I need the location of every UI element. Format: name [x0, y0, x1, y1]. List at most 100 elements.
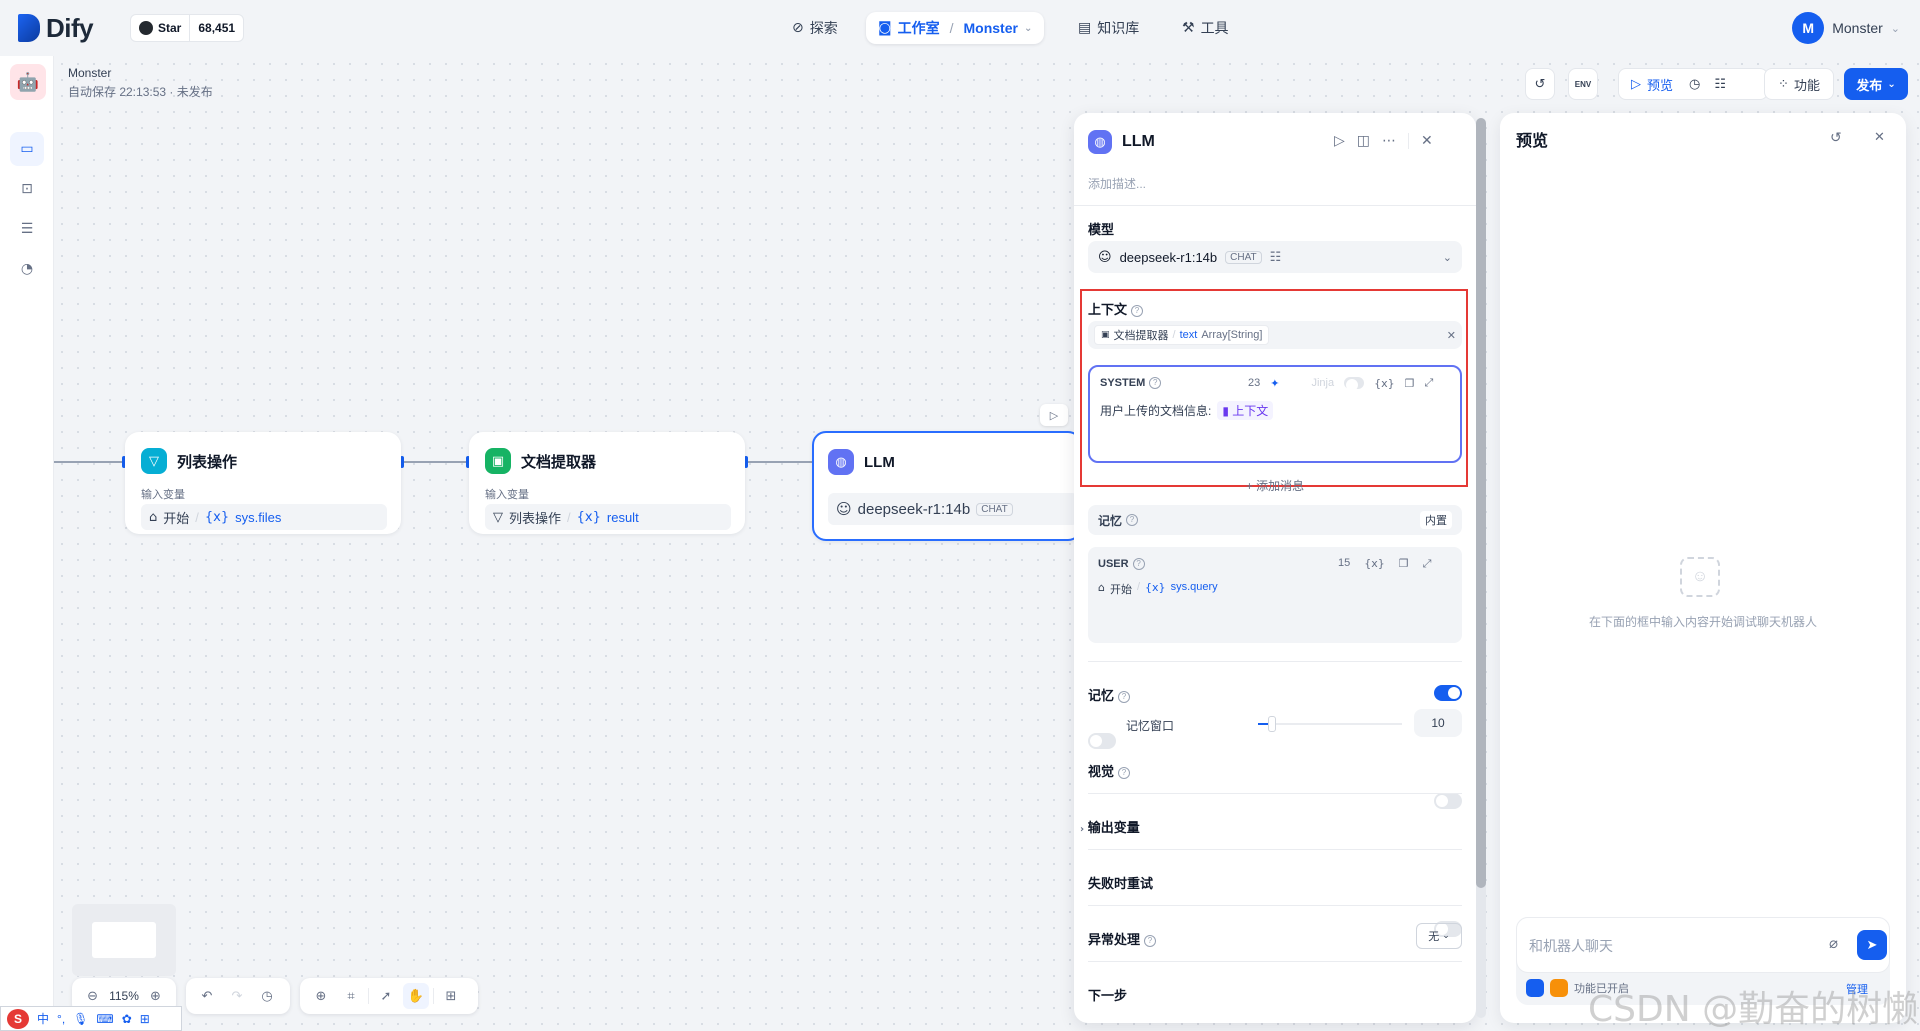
minimap[interactable] — [72, 904, 176, 976]
ime-lang[interactable]: 中 — [37, 1010, 49, 1027]
nav-studio-app[interactable]: Monster — [963, 20, 1017, 36]
error-handling-value: 无 — [1428, 931, 1440, 943]
history-icon[interactable]: ◷ — [254, 983, 280, 1009]
send-button[interactable]: ➤ — [1857, 930, 1887, 960]
model-selector[interactable]: ☺ deepseek-r1:14b CHAT ☷ ⌄ — [1088, 241, 1462, 273]
model-name: deepseek-r1:14b — [857, 500, 971, 518]
chevron-down-icon: ⌄ — [1887, 78, 1896, 90]
add-note-icon[interactable]: ⌗ — [338, 983, 364, 1009]
github-star-widget[interactable]: Star 68,451 — [130, 14, 245, 42]
sidebar-item-monitor[interactable]: ◔ — [10, 252, 44, 286]
copy-icon[interactable]: ❐ — [1399, 557, 1409, 571]
help-icon[interactable]: ? — [1118, 766, 1131, 779]
ime-punct[interactable]: °, — [57, 1012, 65, 1026]
context-selector[interactable]: ▣ 文档提取器 / text Array[String] ✕ — [1088, 321, 1462, 349]
preview-button[interactable]: 预览 — [1647, 75, 1673, 94]
sparkle-icon[interactable]: ✦ — [1270, 377, 1279, 390]
context-label-text: 上下文 — [1088, 302, 1128, 317]
expand-icon[interactable]: ⤢ — [1423, 557, 1432, 571]
help-icon[interactable]: ? — [1149, 377, 1162, 390]
microphone-icon[interactable]: 🎙 — [73, 1012, 88, 1026]
undo-icon[interactable]: ↶ — [194, 983, 220, 1009]
add-node-icon[interactable]: ⊕ — [308, 983, 334, 1009]
memory-toggle[interactable] — [1434, 685, 1462, 701]
node-llm[interactable]: ◍ LLM ☺ deepseek-r1:14b CHAT — [812, 431, 1082, 541]
panel-split-icon[interactable]: ◫ — [1357, 133, 1370, 149]
copy-icon[interactable]: ❐ — [1405, 377, 1415, 390]
chat-input-box[interactable]: 和机器人聊天 ⌀ ➤ — [1516, 917, 1890, 973]
edge — [54, 461, 124, 463]
add-message-button[interactable]: + 添加消息 — [1088, 477, 1462, 494]
keyboard-icon[interactable]: ⌨ — [96, 1012, 113, 1026]
help-icon[interactable]: ? — [1126, 514, 1139, 526]
panel-title[interactable]: LLM — [1122, 133, 1155, 151]
node-document-extractor[interactable]: ▣ 文档提取器 输入变量 ▽ 列表操作 / {x} result — [469, 432, 745, 534]
chat-input[interactable]: 和机器人聊天 — [1529, 936, 1613, 956]
description-input[interactable]: 添加描述... — [1088, 175, 1146, 192]
close-icon[interactable]: ✕ — [1874, 129, 1885, 145]
sidebar-item-orchestrate[interactable]: ▭ — [10, 132, 44, 166]
sidebar-item-logs[interactable]: ☰ — [10, 212, 44, 246]
user-prompt-editor[interactable]: USER? 15 {x} ❐ ⤢ ⌂ 开始 / {x} sys.query — [1088, 547, 1462, 643]
panel-scrollbar-track[interactable] — [1476, 118, 1486, 1018]
more-icon[interactable]: ⋯ — [1382, 133, 1396, 149]
document-icon: ▣ — [485, 448, 511, 474]
error-handling-select[interactable]: 无 ⌄ — [1416, 923, 1462, 949]
slider-handle[interactable] — [1268, 716, 1277, 732]
features-button[interactable]: ⁘ 功能 — [1764, 68, 1834, 100]
version-history-button[interactable]: ↺ — [1525, 68, 1555, 100]
pointer-icon[interactable]: ➚ — [373, 983, 399, 1009]
node-input-label: 输入变量 — [141, 489, 185, 501]
jinja-toggle[interactable] — [1344, 377, 1365, 391]
ime-toolbar[interactable]: S 中 °, 🎙 ⌨ ✿ ⊞ — [0, 1006, 182, 1031]
sidebar-item-api[interactable]: ⊡ — [10, 172, 44, 206]
memory-window-input[interactable]: 10 — [1414, 709, 1462, 737]
checklist-icon[interactable]: ◷ — [1689, 77, 1700, 92]
memory-window-toggle[interactable] — [1088, 733, 1116, 749]
app-icon[interactable]: 🤖 — [10, 64, 46, 100]
node-run-button[interactable]: ▷ — [1040, 404, 1068, 426]
check-list-icon[interactable]: ☷ — [1714, 77, 1726, 92]
help-icon[interactable]: ? — [1118, 690, 1131, 703]
play-icon: ▷ — [1631, 76, 1641, 92]
chevron-down-icon: ⌄ — [1442, 931, 1450, 941]
redo-icon[interactable]: ↷ — [224, 983, 250, 1009]
insert-variable-icon[interactable]: {x} — [1374, 377, 1395, 390]
skin-icon[interactable]: ✿ — [122, 1012, 132, 1026]
memory-window-slider[interactable] — [1258, 716, 1402, 732]
zoom-level[interactable]: 115% — [109, 989, 139, 1003]
clear-icon[interactable]: ✕ — [1447, 329, 1456, 342]
minimap-viewport[interactable] — [92, 922, 156, 958]
env-button[interactable]: ENV — [1568, 68, 1598, 100]
sliders-icon[interactable]: ☷ — [1270, 250, 1282, 265]
node-list-operation[interactable]: ▽ 列表操作 输入变量 ⌂ 开始 / {x} sys.files — [125, 432, 401, 534]
play-icon[interactable]: ▷ — [1334, 133, 1345, 149]
divider — [1088, 961, 1462, 962]
panel-scrollbar-thumb[interactable] — [1476, 118, 1486, 888]
refresh-icon[interactable]: ↺ — [1830, 129, 1842, 146]
user-menu[interactable]: M Monster ⌄ — [1792, 12, 1900, 44]
dify-logo[interactable]: Dify — [18, 12, 94, 44]
nav-explore[interactable]: ⊘ 探索 — [780, 12, 850, 44]
dify-logo-mark — [18, 14, 40, 42]
chat-bot-icon: ☺ — [1680, 557, 1720, 597]
expand-icon[interactable]: ⤢ — [1424, 376, 1433, 390]
hand-icon[interactable]: ✋ — [403, 983, 429, 1009]
help-icon[interactable]: ? — [1131, 304, 1144, 317]
publish-button[interactable]: 发布 ⌄ — [1844, 68, 1908, 100]
help-icon[interactable]: ? — [1144, 934, 1157, 947]
attachment-icon[interactable]: ⌀ — [1829, 934, 1838, 952]
layout-organize-icon[interactable]: ⊞ — [438, 983, 464, 1009]
nav-knowledge[interactable]: ▤ 知识库 — [1066, 12, 1151, 44]
vision-toggle[interactable] — [1434, 793, 1462, 809]
retry-label: 失败时重试 — [1088, 876, 1154, 891]
insert-variable-icon[interactable]: {x} — [1364, 557, 1385, 571]
nav-tools[interactable]: ⚒ 工具 — [1170, 12, 1241, 44]
output-vars-section[interactable]: › 输出变量 — [1080, 817, 1140, 836]
memory-window-label: 记忆窗口 — [1126, 719, 1175, 733]
nav-studio[interactable]: ◙ 工作室 / Monster ⌄ — [866, 12, 1045, 44]
close-icon[interactable]: ✕ — [1421, 133, 1433, 149]
help-icon[interactable]: ? — [1132, 558, 1145, 571]
apps-icon[interactable]: ⊞ — [140, 1012, 150, 1026]
system-prompt-editor[interactable]: SYSTEM? 23 ✦ Jinja {x} ❐ ⤢ 用户上传的文档信息: ▮ … — [1088, 365, 1462, 463]
